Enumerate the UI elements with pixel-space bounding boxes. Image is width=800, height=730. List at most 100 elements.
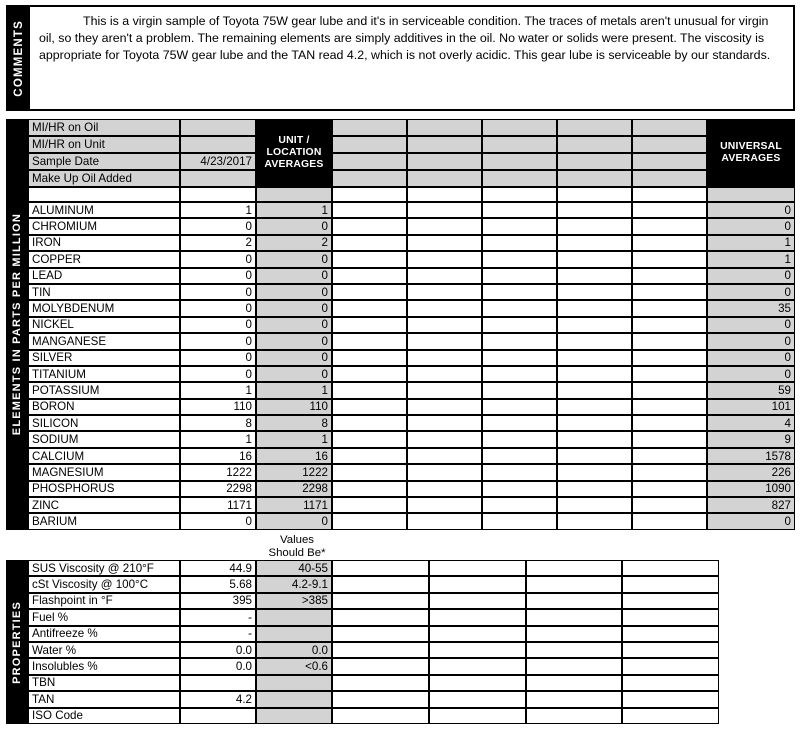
element-empty-cell[interactable] <box>632 349 707 366</box>
element-empty-cell[interactable] <box>632 480 707 498</box>
property-empty-cell[interactable] <box>526 658 622 675</box>
element-empty-cell[interactable] <box>332 218 407 235</box>
property-empty-cell[interactable] <box>526 576 622 593</box>
element-empty-cell[interactable] <box>482 431 557 448</box>
element-empty-cell[interactable] <box>332 398 407 416</box>
element-empty-cell[interactable] <box>332 333 407 350</box>
element-empty-cell[interactable] <box>407 431 482 448</box>
info-row-value[interactable] <box>180 119 256 136</box>
element-sample-value[interactable]: 0 <box>180 316 256 334</box>
property-sample-value[interactable] <box>180 674 256 692</box>
property-sample-value[interactable]: - <box>180 609 256 626</box>
element-empty-cell[interactable] <box>332 480 407 498</box>
element-empty-cell[interactable] <box>332 202 407 219</box>
property-empty-cell[interactable] <box>429 592 526 610</box>
element-empty-cell[interactable] <box>482 218 557 235</box>
element-empty-cell[interactable] <box>332 234 407 252</box>
element-empty-cell[interactable] <box>632 267 707 284</box>
info-row-empty-cell[interactable] <box>407 170 482 187</box>
property-empty-cell[interactable] <box>429 625 526 642</box>
element-empty-cell[interactable] <box>407 464 482 481</box>
info-row-empty-cell[interactable] <box>482 170 557 187</box>
element-empty-cell[interactable] <box>407 497 482 514</box>
element-empty-cell[interactable] <box>407 415 482 432</box>
property-sample-value[interactable]: 0.0 <box>180 641 256 659</box>
element-empty-cell[interactable] <box>632 365 707 383</box>
element-empty-cell[interactable] <box>407 202 482 219</box>
element-sample-value[interactable]: 16 <box>180 447 256 465</box>
info-row-empty-cell[interactable] <box>557 136 632 153</box>
element-empty-cell[interactable] <box>557 333 632 350</box>
property-sample-value[interactable]: 4.2 <box>180 691 256 708</box>
element-empty-cell[interactable] <box>557 464 632 481</box>
element-sample-value[interactable]: 0 <box>180 251 256 268</box>
property-empty-cell[interactable] <box>332 707 429 724</box>
element-empty-cell[interactable] <box>632 251 707 268</box>
element-empty-cell[interactable] <box>332 300 407 317</box>
property-sample-value[interactable]: - <box>180 625 256 642</box>
info-row-empty-cell[interactable] <box>482 136 557 153</box>
element-empty-cell[interactable] <box>557 447 632 465</box>
info-row-empty-cell[interactable] <box>332 136 407 153</box>
info-row-empty-cell[interactable] <box>557 119 632 136</box>
element-empty-cell[interactable] <box>557 267 632 284</box>
property-empty-cell[interactable] <box>526 641 622 659</box>
element-empty-cell[interactable] <box>557 234 632 252</box>
property-empty-cell[interactable] <box>429 609 526 626</box>
info-row-empty-cell[interactable] <box>557 153 632 170</box>
element-empty-cell[interactable] <box>632 382 707 399</box>
element-empty-cell[interactable] <box>632 415 707 432</box>
info-row-empty-cell[interactable] <box>482 119 557 136</box>
element-empty-cell[interactable] <box>407 251 482 268</box>
element-empty-cell[interactable] <box>557 218 632 235</box>
property-empty-cell[interactable] <box>526 609 622 626</box>
property-empty-cell[interactable] <box>429 560 526 577</box>
element-empty-cell[interactable] <box>482 300 557 317</box>
element-sample-value[interactable]: 0 <box>180 218 256 235</box>
property-empty-cell[interactable] <box>429 641 526 659</box>
property-empty-cell[interactable] <box>332 560 429 577</box>
property-empty-cell[interactable] <box>526 707 622 724</box>
element-empty-cell[interactable] <box>557 349 632 366</box>
element-empty-cell[interactable] <box>557 382 632 399</box>
element-empty-cell[interactable] <box>482 267 557 284</box>
element-empty-cell[interactable] <box>482 234 557 252</box>
element-empty-cell[interactable] <box>557 431 632 448</box>
element-empty-cell[interactable] <box>332 365 407 383</box>
element-empty-cell[interactable] <box>557 480 632 498</box>
element-empty-cell[interactable] <box>407 267 482 284</box>
property-empty-cell[interactable] <box>332 609 429 626</box>
element-empty-cell[interactable] <box>407 398 482 416</box>
element-empty-cell[interactable] <box>407 283 482 301</box>
info-row-empty-cell[interactable] <box>482 153 557 170</box>
element-empty-cell[interactable] <box>632 398 707 416</box>
element-empty-cell[interactable] <box>632 464 707 481</box>
element-empty-cell[interactable] <box>632 234 707 252</box>
element-empty-cell[interactable] <box>557 513 632 530</box>
element-empty-cell[interactable] <box>407 480 482 498</box>
element-empty-cell[interactable] <box>332 251 407 268</box>
info-row-empty-cell[interactable] <box>632 170 707 187</box>
element-empty-cell[interactable] <box>557 365 632 383</box>
info-row-empty-cell[interactable] <box>632 153 707 170</box>
element-empty-cell[interactable] <box>482 415 557 432</box>
element-empty-cell[interactable] <box>407 218 482 235</box>
element-empty-cell[interactable] <box>482 513 557 530</box>
property-empty-cell[interactable] <box>622 674 719 692</box>
property-empty-cell[interactable] <box>332 576 429 593</box>
property-sample-value[interactable]: 5.68 <box>180 576 256 593</box>
element-empty-cell[interactable] <box>482 480 557 498</box>
element-sample-value[interactable]: 110 <box>180 398 256 416</box>
element-empty-cell[interactable] <box>332 431 407 448</box>
element-empty-cell[interactable] <box>632 218 707 235</box>
property-empty-cell[interactable] <box>332 658 429 675</box>
element-empty-cell[interactable] <box>557 202 632 219</box>
info-row-empty-cell[interactable] <box>632 136 707 153</box>
element-empty-cell[interactable] <box>482 464 557 481</box>
element-empty-cell[interactable] <box>632 513 707 530</box>
element-sample-value[interactable]: 2 <box>180 234 256 252</box>
element-sample-value[interactable]: 1 <box>180 382 256 399</box>
element-sample-value[interactable]: 0 <box>180 283 256 301</box>
element-empty-cell[interactable] <box>407 300 482 317</box>
element-empty-cell[interactable] <box>407 382 482 399</box>
